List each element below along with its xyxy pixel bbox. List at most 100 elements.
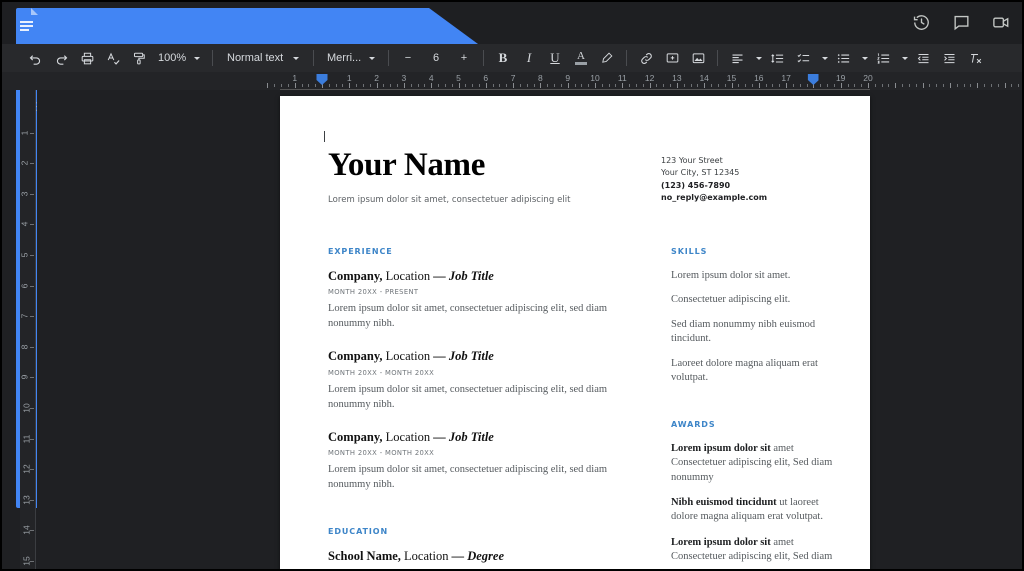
experience-entry[interactable]: Company, Location — Job Title MONTH 20XX… bbox=[328, 269, 639, 332]
ruler-number: 12 bbox=[21, 464, 32, 474]
ruler-tick bbox=[840, 83, 842, 88]
entry-description: Lorem ipsum dolor sit amet, consectetuer… bbox=[328, 383, 608, 410]
zoom-selector[interactable]: 100% bbox=[154, 47, 204, 69]
ruler-number: 5 bbox=[20, 252, 30, 258]
decrease-font-size-button[interactable]: − bbox=[397, 47, 419, 69]
increase-font-size-button[interactable]: + bbox=[453, 47, 475, 69]
decrease-indent-icon[interactable] bbox=[912, 47, 934, 69]
ruler-number: 2 bbox=[374, 73, 379, 83]
ruler-subtick bbox=[861, 84, 863, 87]
entry-role: — Job Title bbox=[433, 429, 494, 444]
education-entry[interactable]: School Name, Location — Degree MONTH 20X… bbox=[328, 549, 639, 569]
award-item[interactable]: Lorem ipsum dolor sit amet Consectetuer … bbox=[671, 442, 836, 485]
toolbar-divider bbox=[717, 50, 718, 66]
toolbar-divider bbox=[212, 50, 213, 66]
entry-heading: Company, Location — Job Title bbox=[328, 349, 639, 365]
highlight-pen-icon[interactable] bbox=[596, 47, 618, 69]
left-indent-marker[interactable] bbox=[316, 74, 328, 85]
ruler-subtick bbox=[745, 84, 747, 87]
ruler-number: 4 bbox=[20, 222, 30, 227]
underline-button[interactable]: U bbox=[544, 47, 566, 69]
award-item[interactable]: Nibh euismod tincidunt ut laoreet dolore… bbox=[671, 496, 836, 525]
contact-phone[interactable]: (123) 456-7890 bbox=[661, 180, 836, 192]
ruler-number: 11 bbox=[21, 434, 32, 444]
experience-entry[interactable]: Company, Location — Job Title MONTH 20XX… bbox=[328, 349, 639, 412]
print-button[interactable] bbox=[76, 47, 98, 69]
align-caret[interactable] bbox=[752, 47, 762, 69]
checklist-caret[interactable] bbox=[818, 47, 828, 69]
contact-city[interactable]: Your City, ST 12345 bbox=[661, 167, 836, 179]
text-cursor bbox=[324, 131, 325, 142]
ruler-subtick bbox=[588, 84, 590, 87]
font-family-selector[interactable]: Merri... bbox=[322, 47, 380, 69]
ruler-tick bbox=[676, 83, 678, 88]
ruler-tick bbox=[30, 316, 34, 318]
ruler-number: 13 bbox=[21, 495, 32, 505]
ruler-number: 4 bbox=[428, 73, 434, 83]
ruler-subtick bbox=[581, 84, 583, 87]
ruler-subtick bbox=[335, 84, 337, 87]
horizontal-ruler[interactable]: 11234567891011121314151617181920 bbox=[2, 72, 1022, 90]
ruler-number: 8 bbox=[538, 73, 543, 83]
ruler-subtick bbox=[963, 84, 965, 87]
experience-entry[interactable]: Company, Location — Job Title MONTH 20XX… bbox=[328, 430, 639, 493]
paragraph-style-value: Normal text bbox=[227, 52, 284, 64]
entry-org: Company, bbox=[328, 268, 383, 283]
ruler-number: 14 bbox=[699, 73, 709, 83]
document-page[interactable]: Your Name Lorem ipsum dolor sit amet, co… bbox=[280, 96, 870, 569]
bulleted-list-caret[interactable] bbox=[858, 47, 868, 69]
increase-indent-icon[interactable] bbox=[938, 47, 960, 69]
bold-button[interactable]: B bbox=[492, 47, 514, 69]
comment-icon[interactable] bbox=[946, 7, 976, 37]
align-left-icon[interactable] bbox=[726, 47, 748, 69]
version-history-icon[interactable] bbox=[906, 7, 936, 37]
line-spacing-icon[interactable] bbox=[766, 47, 788, 69]
resume-tagline[interactable]: Lorem ipsum dolor sit amet, consectetuer… bbox=[328, 195, 661, 205]
skill-item[interactable]: Laoreet dolore magna aliquam erat volutp… bbox=[671, 357, 836, 386]
ruler-subtick bbox=[656, 84, 658, 87]
numbered-list-icon[interactable] bbox=[872, 47, 894, 69]
award-bold: Lorem ipsum dolor sit bbox=[671, 442, 771, 454]
ruler-tick bbox=[458, 83, 460, 88]
skill-item[interactable]: Lorem ipsum dolor sit amet. bbox=[671, 269, 836, 283]
meet-icon[interactable] bbox=[986, 7, 1016, 37]
ruler-tick bbox=[758, 83, 760, 88]
link-icon[interactable] bbox=[635, 47, 657, 69]
ruler-tick bbox=[349, 83, 351, 88]
ruler-subtick bbox=[902, 84, 904, 87]
document-canvas[interactable]: Your Name Lorem ipsum dolor sit amet, co… bbox=[37, 90, 1022, 569]
bulleted-list-icon[interactable] bbox=[832, 47, 854, 69]
paint-format-button[interactable] bbox=[128, 47, 150, 69]
google-docs-logo-icon[interactable] bbox=[16, 8, 606, 508]
contact-email[interactable]: no_reply@example.com bbox=[661, 192, 836, 204]
ruler-subtick bbox=[827, 84, 829, 87]
numbered-list-caret[interactable] bbox=[898, 47, 908, 69]
font-size-input[interactable]: 6 bbox=[423, 47, 449, 69]
ruler-subtick bbox=[1011, 84, 1013, 87]
vertical-ruler[interactable]: 12345678910111213141516 bbox=[20, 90, 36, 569]
ruler-tick bbox=[895, 83, 897, 88]
spellcheck-button[interactable] bbox=[102, 47, 124, 69]
ruler-tick bbox=[30, 224, 34, 226]
resume-name[interactable]: Your Name bbox=[328, 148, 661, 183]
entry-date: MONTH 20XX - PRESENT bbox=[328, 288, 419, 297]
award-item[interactable]: Lorem ipsum dolor sit amet Consectetuer … bbox=[671, 536, 836, 569]
ruler-subtick bbox=[369, 84, 371, 87]
add-comment-icon[interactable] bbox=[661, 47, 683, 69]
checklist-icon[interactable] bbox=[792, 47, 814, 69]
right-indent-marker[interactable] bbox=[807, 74, 819, 85]
skill-item[interactable]: Sed diam nonummy nibh euismod tincidunt. bbox=[671, 318, 836, 347]
ruler-subtick bbox=[601, 84, 603, 87]
redo-button[interactable] bbox=[50, 47, 72, 69]
insert-image-icon[interactable] bbox=[687, 47, 709, 69]
contact-street[interactable]: 123 Your Street bbox=[661, 155, 836, 167]
skill-item[interactable]: Consectetuer adipiscing elit. bbox=[671, 293, 836, 307]
ruler-subtick bbox=[799, 84, 801, 87]
italic-button[interactable]: I bbox=[518, 47, 540, 69]
ruler-tick bbox=[30, 193, 34, 195]
clear-formatting-icon[interactable] bbox=[964, 47, 986, 69]
ruler-tick bbox=[540, 83, 542, 88]
paragraph-style-selector[interactable]: Normal text bbox=[221, 47, 305, 69]
undo-button[interactable] bbox=[24, 47, 46, 69]
text-color-button[interactable]: A bbox=[570, 47, 592, 69]
